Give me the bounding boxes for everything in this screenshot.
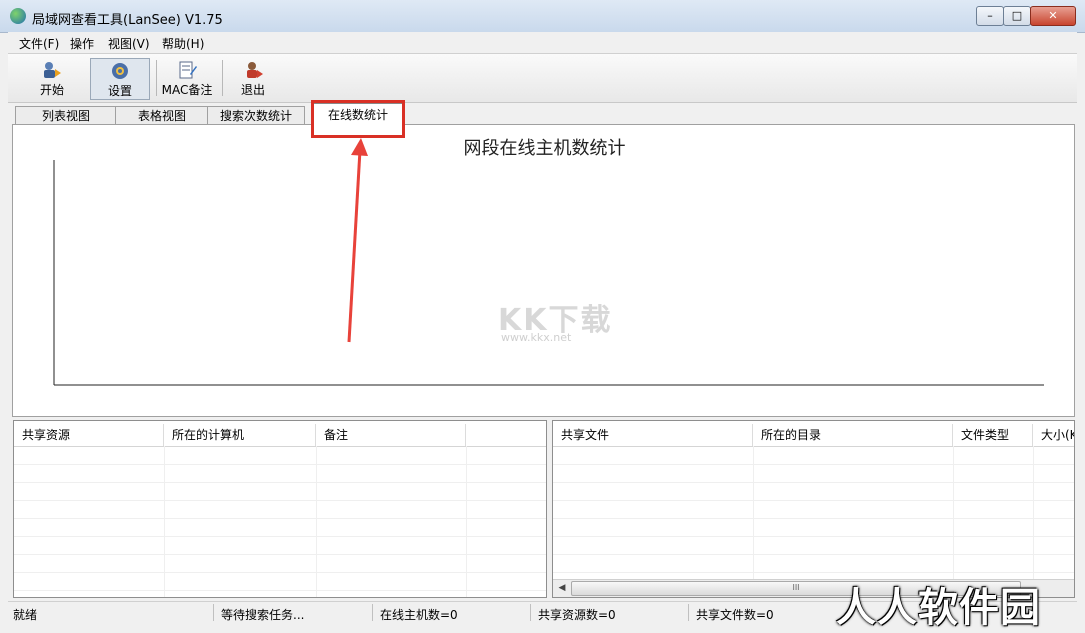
status-task: 等待搜索任务...: [221, 608, 305, 622]
menu-view[interactable]: 视图(V): [108, 35, 150, 52]
column-header[interactable]: 共享文件: [553, 424, 753, 446]
title-bar: 局域网查看工具(LanSee) V1.75 – □ ✕: [0, 0, 1085, 33]
status-shared-resources: 共享资源数=0: [538, 608, 616, 622]
highlight-box: [311, 100, 405, 138]
column-header[interactable]: 大小(K: [1033, 424, 1074, 446]
note-icon: [179, 61, 197, 79]
menu-help[interactable]: 帮助(H): [162, 35, 204, 52]
table-row: [14, 537, 546, 555]
mac-note-button[interactable]: MAC备注: [158, 58, 216, 98]
status-divider: [688, 604, 689, 621]
status-shared-files: 共享文件数=0: [696, 608, 774, 622]
toolbar: 开始 设置 MAC备注 退出: [8, 53, 1077, 103]
column-header[interactable]: 所在的计算机: [164, 424, 316, 446]
status-divider: [530, 604, 531, 621]
table-row: [14, 573, 546, 591]
table-row: [14, 501, 546, 519]
app-icon: [10, 8, 26, 24]
status-state: 就绪: [13, 608, 38, 622]
table-row: [14, 447, 546, 465]
table-row: [553, 501, 1074, 519]
tab-bar: 列表视图 表格视图 搜索次数统计 在线数统计: [12, 103, 1075, 126]
tab-search-stats[interactable]: 搜索次数统计: [207, 106, 305, 125]
menu-bar: 文件(F) 操作 视图(V) 帮助(H): [8, 32, 1077, 52]
shared-files-table[interactable]: 共享文件 所在的目录 文件类型 大小(K ◀ III: [552, 420, 1075, 598]
settings-label: 设置: [107, 84, 132, 98]
menu-operate[interactable]: 操作: [70, 35, 94, 52]
tab-list-view[interactable]: 列表视图: [15, 106, 117, 125]
chart-panel: 网段在线主机数统计 KK下载 www.kkx.net: [12, 124, 1075, 417]
table-row: [14, 555, 546, 573]
column-header[interactable]: 文件类型: [953, 424, 1033, 446]
watermark-url: www.kkx.net: [501, 331, 572, 344]
column-header[interactable]: 所在的目录: [753, 424, 953, 446]
toolbar-separator: [222, 60, 223, 96]
scroll-left-arrow-icon[interactable]: ◀: [555, 581, 569, 595]
chart-area: [53, 160, 1044, 386]
close-button[interactable]: ✕: [1030, 6, 1076, 26]
table-row: [553, 465, 1074, 483]
table-row: [553, 447, 1074, 465]
minimize-button[interactable]: –: [976, 6, 1004, 26]
shared-resources-table[interactable]: 共享资源 所在的计算机 备注: [13, 420, 547, 598]
maximize-button[interactable]: □: [1003, 6, 1031, 26]
menu-file[interactable]: 文件(F): [19, 35, 59, 52]
table-header: 共享文件 所在的目录 文件类型 大小(K: [553, 424, 1074, 447]
start-icon: [44, 62, 61, 78]
exit-button[interactable]: 退出: [230, 58, 276, 98]
window-title: 局域网查看工具(LanSee) V1.75: [32, 13, 223, 28]
status-online-hosts: 在线主机数=0: [380, 608, 458, 622]
mac-note-label: MAC备注: [161, 83, 213, 97]
start-button[interactable]: 开始: [26, 58, 78, 98]
exit-icon: [247, 62, 263, 78]
status-divider: [372, 604, 373, 621]
table-row: [553, 483, 1074, 501]
settings-button[interactable]: 设置: [90, 58, 150, 100]
toolbar-separator: [156, 60, 157, 96]
table-row: [14, 483, 546, 501]
start-label: 开始: [39, 83, 64, 97]
exit-label: 退出: [240, 83, 265, 97]
table-row: [14, 519, 546, 537]
column-header[interactable]: 共享资源: [14, 424, 164, 446]
table-row: [553, 519, 1074, 537]
corner-watermark: 人人软件园: [836, 585, 1041, 631]
table-row: [14, 465, 546, 483]
tab-table-view[interactable]: 表格视图: [115, 106, 209, 125]
table-row: [553, 555, 1074, 573]
table-header: 共享资源 所在的计算机 备注: [14, 424, 546, 447]
gear-icon: [112, 63, 128, 79]
table-row: [553, 537, 1074, 555]
column-header[interactable]: 备注: [316, 424, 466, 446]
status-divider: [213, 604, 214, 621]
